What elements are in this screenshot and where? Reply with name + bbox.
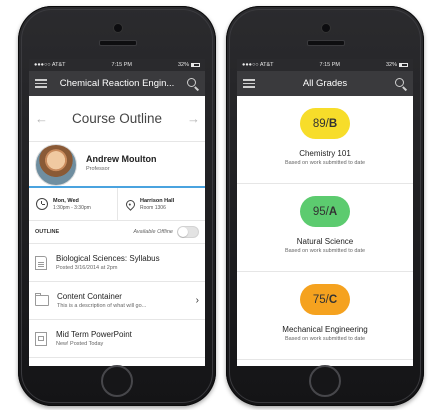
carrier-label: ●●●○○ AT&T — [34, 62, 66, 68]
folder-icon — [35, 293, 49, 306]
course-name: Chemistry 101 — [299, 149, 351, 158]
menu-icon[interactable] — [35, 79, 47, 88]
schedule-days: Mon, Wed — [53, 197, 79, 204]
powerpoint-icon — [35, 331, 47, 346]
course-info-row: Mon, Wed 1:30pm - 3:30pm Harrison Hall R… — [29, 188, 205, 221]
list-item-powerpoint[interactable]: Mid Term PowerPoint New! Posted Today — [29, 320, 205, 358]
phone-left: ●●●○○ AT&T 7:15 PM 32% Chemical Reaction… — [18, 6, 216, 406]
schedule-time: 1:30pm - 3:30pm — [53, 204, 91, 211]
toggle-knob — [178, 227, 188, 237]
location-pin-icon — [124, 197, 137, 211]
grade-note: Based on work submitted to date — [284, 336, 366, 342]
next-arrow-icon[interactable]: → — [187, 111, 200, 126]
earpiece-speaker — [99, 40, 137, 46]
page-title: Course Outline — [71, 111, 163, 126]
course-name: Natural Science — [296, 237, 354, 246]
pdf-document-icon — [35, 255, 47, 270]
course-title: Chemical Reaction Engin... — [59, 78, 175, 89]
prev-arrow-icon[interactable]: ← — [35, 111, 48, 126]
location-building: Harrison Hall — [140, 197, 175, 204]
offline-label: Available Offline — [133, 229, 173, 235]
professor-role: Professor — [86, 166, 110, 172]
clock-label: 7:15 PM — [319, 62, 340, 68]
item-subtitle: This is a description of what will go... — [57, 303, 147, 309]
clock-label: 7:15 PM — [111, 62, 132, 68]
search-icon[interactable] — [395, 77, 407, 90]
chevron-right-icon: › — [195, 295, 199, 306]
grade-note: Based on work submitted to date — [284, 160, 366, 166]
professor-avatar — [35, 144, 77, 186]
offline-toggle[interactable] — [177, 226, 199, 238]
camera-lens — [321, 23, 331, 33]
carrier-label: ●●●○○ AT&T — [242, 62, 274, 68]
grade-badge: 75/C — [300, 284, 350, 315]
earpiece-speaker — [307, 40, 345, 46]
outline-header: ← Course Outline → — [29, 96, 205, 142]
course-outline-screen: ●●●○○ AT&T 7:15 PM 32% Chemical Reaction… — [29, 59, 205, 366]
nav-bar: All Grades — [237, 71, 413, 96]
battery-icon — [398, 63, 408, 67]
all-grades-screen: ●●●○○ AT&T 7:15 PM 32% All Grades 89/B C… — [237, 59, 413, 366]
menu-icon[interactable] — [243, 79, 255, 88]
location-room: Room 1306 — [140, 204, 166, 211]
location-cell: Harrison Hall Room 1306 — [117, 188, 205, 220]
nav-bar: Chemical Reaction Engin... — [29, 71, 205, 96]
grade-badge: 95/A — [300, 196, 350, 227]
battery-percent: 32% — [385, 62, 397, 68]
grade-item-chemistry[interactable]: 89/B Chemistry 101 Based on work submitt… — [237, 96, 413, 184]
item-subtitle: New! Posted Today — [56, 341, 104, 347]
clock-icon — [36, 198, 48, 210]
battery-percent: 32% — [177, 62, 189, 68]
battery-icon — [190, 63, 200, 67]
status-bar: ●●●○○ AT&T 7:15 PM 32% — [237, 59, 413, 71]
schedule-cell: Mon, Wed 1:30pm - 3:30pm — [29, 188, 117, 220]
page-title: All Grades — [302, 78, 348, 89]
grade-score: 95/ — [312, 205, 329, 218]
grade-score: 75/ — [312, 293, 329, 306]
outline-bar: OUTLINE Available Offline — [29, 221, 205, 244]
list-item-content-container[interactable]: Content Container This is a description … — [29, 282, 205, 320]
home-button[interactable] — [101, 365, 133, 397]
grade-letter: C — [328, 293, 338, 306]
item-title: Mid Term PowerPoint — [56, 330, 132, 339]
home-button[interactable] — [309, 365, 341, 397]
grade-letter: B — [328, 117, 338, 130]
camera-lens — [113, 23, 123, 33]
grade-item-natural-science[interactable]: 95/A Natural Science Based on work submi… — [237, 184, 413, 272]
grade-badge: 89/B — [300, 108, 350, 139]
item-subtitle: Posted 3/16/2014 at 2pm — [56, 265, 118, 271]
grade-letter: A — [328, 205, 338, 218]
item-title: Content Container — [57, 292, 122, 301]
grade-score: 89/ — [312, 117, 329, 130]
grade-note: Based on work submitted to date — [284, 248, 366, 254]
course-name: Mechanical Engineering — [282, 325, 368, 334]
professor-card[interactable]: Andrew Moulton Professor — [29, 142, 205, 188]
search-icon[interactable] — [187, 77, 199, 90]
grade-item-mechanical-engineering[interactable]: 75/C Mechanical Engineering Based on wor… — [237, 272, 413, 360]
phone-right: ●●●○○ AT&T 7:15 PM 32% All Grades 89/B C… — [226, 6, 424, 406]
outline-label: OUTLINE — [35, 229, 60, 235]
item-title: Biological Sciences: Syllabus — [56, 254, 160, 263]
status-bar: ●●●○○ AT&T 7:15 PM 32% — [29, 59, 205, 71]
professor-name: Andrew Moulton — [86, 154, 157, 164]
list-item-syllabus[interactable]: Biological Sciences: Syllabus Posted 3/1… — [29, 244, 205, 282]
